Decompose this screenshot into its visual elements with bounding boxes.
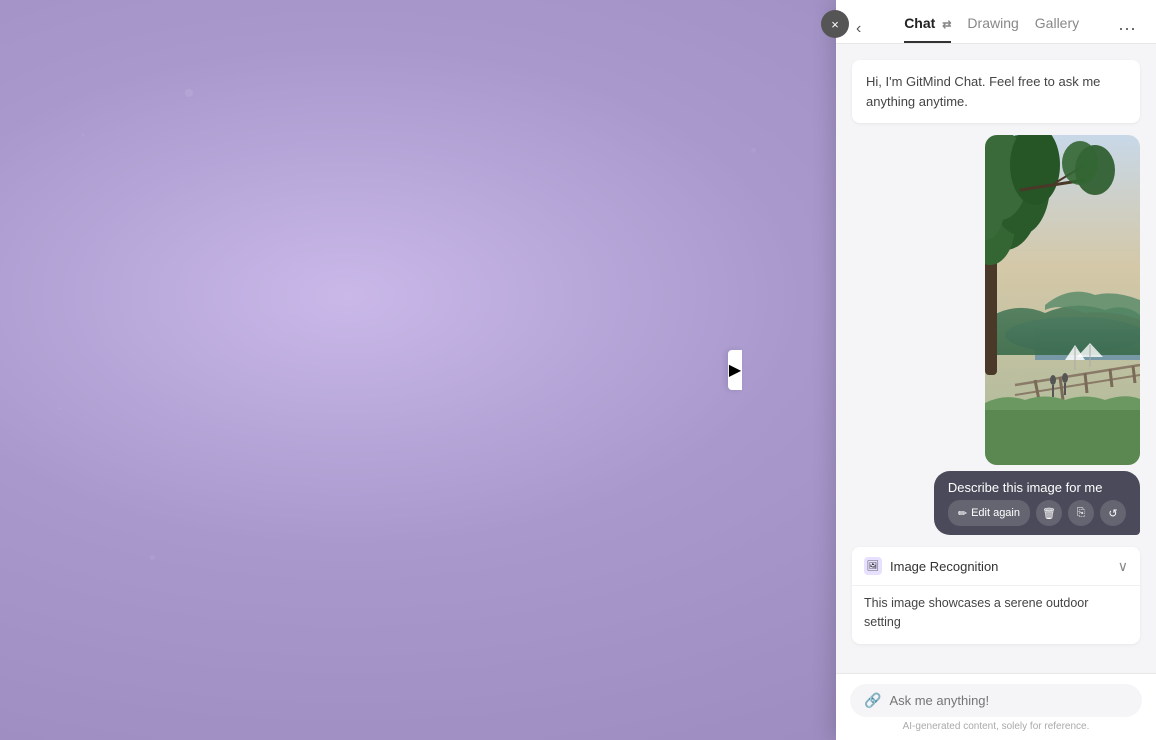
user-text-bubble: Describe this image for me ✏ Edit again … (934, 471, 1140, 535)
system-message: Hi, I'm GitMind Chat. Feel free to ask m… (852, 60, 1140, 123)
input-row: 🔗 (850, 684, 1142, 717)
input-area: 🔗 AI-generated content, solely for refer… (836, 673, 1156, 740)
close-button[interactable]: × (821, 10, 849, 38)
bubble-actions: ✏ Edit again 🗑 ⎘ ↺ (948, 500, 1126, 526)
tab-chat[interactable]: Chat ⇄ (904, 15, 951, 43)
delete-button[interactable]: 🗑 (1036, 500, 1062, 526)
more-button[interactable]: ··· (1114, 14, 1140, 43)
response-container: 🖼 Image Recognition ∨ This image showcas… (852, 547, 1140, 644)
attach-button[interactable]: 🔗 (864, 692, 881, 709)
collapse-icon: ∨ (1118, 558, 1128, 575)
response-header[interactable]: 🖼 Image Recognition ∨ (852, 547, 1140, 585)
user-message-container: Describe this image for me ✏ Edit again … (852, 135, 1140, 535)
chat-input[interactable] (889, 693, 1128, 708)
refresh-icon: ↺ (1108, 507, 1117, 520)
chat-panel: × ‹ Chat ⇄ Drawing Gallery ··· Hi, I'm G… (836, 0, 1156, 740)
back-button[interactable]: ‹ (852, 16, 865, 42)
tab-drawing[interactable]: Drawing (967, 15, 1018, 43)
copy-button[interactable]: ⎘ (1068, 500, 1094, 526)
edit-again-button[interactable]: ✏ Edit again (948, 500, 1030, 526)
copy-icon: ⎘ (1077, 507, 1086, 520)
close-icon: × (831, 17, 839, 32)
refresh-button[interactable]: ↺ (1100, 500, 1126, 526)
swap-icon: ⇄ (942, 18, 951, 31)
response-body: This image showcases a serene outdoor se… (852, 585, 1140, 644)
expand-icon: ▶ (729, 360, 741, 380)
edit-icon: ✏ (958, 507, 967, 520)
expand-handle[interactable]: ▶ (728, 350, 742, 390)
user-image-bubble (985, 135, 1140, 465)
header-tabs: Chat ⇄ Drawing Gallery (873, 15, 1110, 43)
landscape-image (985, 135, 1140, 465)
more-icon: ··· (1118, 18, 1136, 38)
back-icon: ‹ (856, 20, 861, 37)
delete-icon: 🗑 (1042, 507, 1056, 520)
recognition-icon: 🖼 (864, 557, 882, 575)
ai-disclaimer: AI-generated content, solely for referen… (850, 717, 1142, 734)
chat-header: ‹ Chat ⇄ Drawing Gallery ··· (836, 0, 1156, 44)
messages-area[interactable]: Hi, I'm GitMind Chat. Feel free to ask m… (836, 44, 1156, 673)
tab-gallery[interactable]: Gallery (1035, 15, 1079, 43)
response-header-left: 🖼 Image Recognition (864, 557, 998, 575)
